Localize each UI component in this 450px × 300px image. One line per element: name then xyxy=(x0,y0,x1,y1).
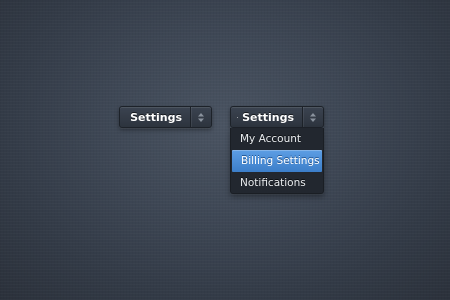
settings-select-button[interactable]: Settings xyxy=(120,107,190,127)
settings-select-closed[interactable]: Settings xyxy=(119,106,212,128)
gear-icon xyxy=(237,116,239,118)
menu-item-billing-settings[interactable]: Billing Settings xyxy=(232,150,322,172)
settings-select-label: Settings xyxy=(130,110,182,124)
settings-dropdown-menu: My Account Billing Settings Notification… xyxy=(230,128,324,194)
menu-item-notifications[interactable]: Notifications xyxy=(231,172,323,193)
settings-select-open[interactable]: Settings xyxy=(230,106,324,128)
page-background: { "colors": { "background": "#3e4755", "… xyxy=(0,0,450,300)
settings-select-button[interactable]: Settings xyxy=(231,107,302,127)
select-arrow-button[interactable] xyxy=(190,107,211,127)
up-down-arrows-icon xyxy=(310,112,316,122)
background-texture xyxy=(0,0,450,300)
settings-select-label: Settings xyxy=(242,110,294,124)
menu-item-my-account[interactable]: My Account xyxy=(231,128,323,150)
up-down-arrows-icon xyxy=(198,112,204,122)
select-arrow-button[interactable] xyxy=(302,107,323,127)
